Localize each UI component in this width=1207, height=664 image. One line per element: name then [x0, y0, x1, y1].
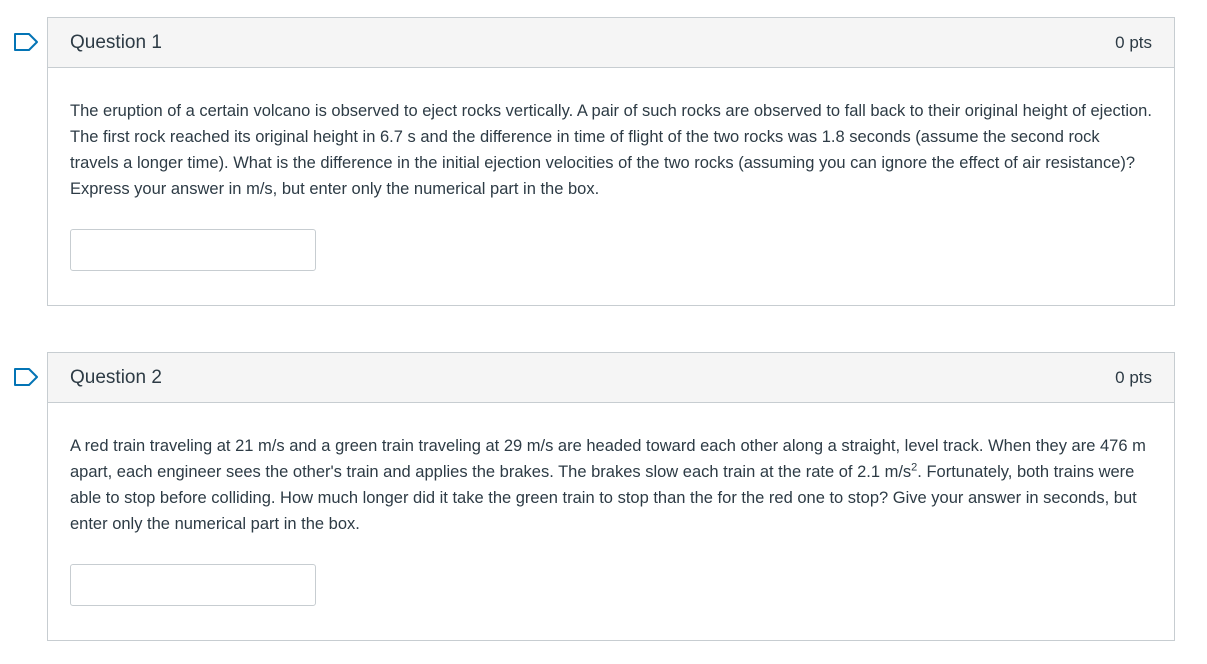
flag-question-1-icon[interactable]: [13, 32, 39, 52]
question-2-text: A red train traveling at 21 m/s and a gr…: [70, 433, 1152, 537]
question-2-title: Question 2: [70, 366, 162, 388]
question-1-points: 0 pts: [1115, 32, 1152, 52]
flag-question-2-icon[interactable]: [13, 367, 39, 387]
question-1-title: Question 1: [70, 31, 162, 53]
question-2: Question 2 0 pts A red train traveling a…: [47, 352, 1175, 641]
question-1-text: The eruption of a certain volcano is obs…: [70, 102, 1152, 198]
question-1-header: Question 1 0 pts: [48, 18, 1174, 68]
question-2-answer-input[interactable]: [70, 564, 316, 606]
question-1: Question 1 0 pts The eruption of a certa…: [47, 17, 1175, 306]
question-2-points: 0 pts: [1115, 367, 1152, 387]
question-1-answer-input[interactable]: [70, 229, 316, 271]
question-1-body: The eruption of a certain volcano is obs…: [48, 68, 1174, 271]
question-2-header: Question 2 0 pts: [48, 353, 1174, 403]
question-2-body: A red train traveling at 21 m/s and a gr…: [48, 403, 1174, 606]
